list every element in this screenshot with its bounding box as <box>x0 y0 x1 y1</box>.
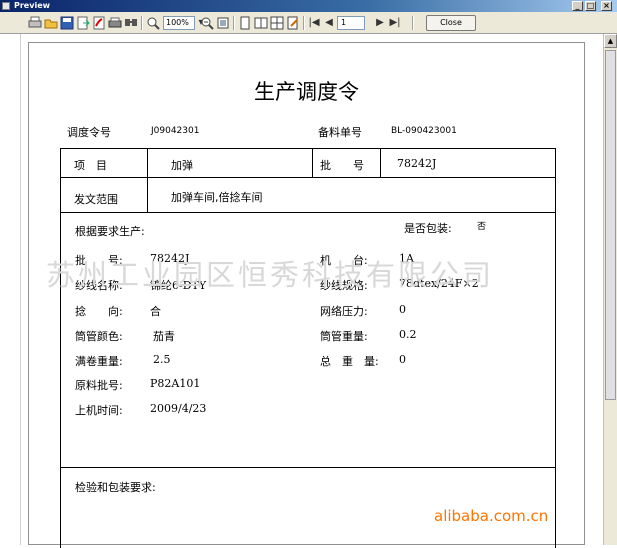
item-value: 加弹 <box>171 159 193 172</box>
field-label: 原料批号: <box>75 379 123 392</box>
zoom-out-icon[interactable] <box>200 16 214 30</box>
material-number-value: BL-090423001 <box>391 126 457 136</box>
window-titlebar: Preview _ □ × <box>0 0 617 12</box>
field-value: P82A101 <box>150 377 201 390</box>
field-value: 0.2 <box>399 328 417 341</box>
left-margin-panel <box>0 34 21 545</box>
edit-page-icon[interactable] <box>286 16 300 30</box>
export-icon[interactable] <box>76 16 90 30</box>
production-intro: 根据要求生产: <box>75 225 145 238</box>
preview-toolbar: 100% ▾ |◀ ◀ 1 ▶ ▶| Close <box>0 12 617 34</box>
site-watermark: alibaba.com.cn <box>434 507 549 525</box>
field-label: 上机时间: <box>75 404 123 417</box>
multi-page-icon[interactable] <box>270 16 284 30</box>
zoom-icon[interactable] <box>146 16 160 30</box>
window-title: Preview <box>14 1 51 10</box>
minimize-button[interactable]: _ <box>572 1 583 11</box>
field-value: 0 <box>399 353 406 366</box>
next-page-icon[interactable]: ▶ <box>373 16 387 30</box>
field-value: 合 <box>150 305 161 318</box>
previous-page-icon[interactable]: ◀ <box>322 16 336 30</box>
scope-label: 发文范围 <box>74 193 118 206</box>
field-label: 网络压力: <box>320 305 368 318</box>
packaging-value: 否 <box>477 222 487 232</box>
order-number-value: J09042301 <box>151 126 200 136</box>
page-number-input[interactable]: 1 <box>337 16 365 30</box>
scroll-up-icon[interactable]: ▲ <box>604 34 617 48</box>
last-page-icon[interactable]: ▶| <box>388 16 402 30</box>
field-value: 2.5 <box>153 353 171 366</box>
inspection-label: 检验和包装要求: <box>75 481 156 494</box>
close-window-button[interactable]: × <box>601 1 612 11</box>
first-page-icon[interactable]: |◀ <box>307 16 321 30</box>
field-value: 茄青 <box>153 330 175 343</box>
field-label: 捻 向: <box>75 305 123 318</box>
field-label: 筒管重量: <box>320 330 368 343</box>
two-pages-icon[interactable] <box>254 16 268 30</box>
packaging-label: 是否包装: <box>404 222 452 235</box>
scope-value: 加弹车间,倍捻车间 <box>171 191 263 204</box>
material-number-label: 备料单号 <box>318 126 362 139</box>
field-label: 总 重 量: <box>320 355 379 368</box>
close-preview-button[interactable]: Close <box>426 15 476 31</box>
maximize-button[interactable]: □ <box>585 1 596 11</box>
fit-page-icon[interactable] <box>216 16 230 30</box>
company-watermark: 苏州工业园区恒秀科技有限公司 <box>46 258 495 292</box>
field-value: 2009/4/23 <box>150 402 207 415</box>
pdf-icon[interactable] <box>92 16 106 30</box>
open-folder-icon[interactable] <box>44 16 58 30</box>
batch-label: 批 号 <box>320 159 364 172</box>
field-label: 筒管颜色: <box>75 330 123 343</box>
field-label: 满卷重量: <box>75 355 123 368</box>
save-icon[interactable] <box>60 16 74 30</box>
single-page-icon[interactable] <box>238 16 252 30</box>
document-title: 生产调度令 <box>254 80 359 104</box>
print-icon[interactable] <box>28 16 42 30</box>
printer-setup-icon[interactable] <box>108 16 122 30</box>
vertical-scrollbar[interactable]: ▲ <box>603 34 617 545</box>
batch-value: 78242J <box>397 157 437 170</box>
app-icon <box>2 2 10 10</box>
scrollbar-thumb[interactable] <box>605 50 616 400</box>
order-form-table: 项 目 加弹 批 号 78242J 发文范围 加弹车间,倍捻车间 根据要求生产:… <box>60 148 556 548</box>
find-icon[interactable] <box>124 16 138 30</box>
field-value: 0 <box>399 303 406 316</box>
zoom-select[interactable]: 100% <box>163 16 195 30</box>
item-label: 项 目 <box>74 159 107 172</box>
order-number-label: 调度令号 <box>67 126 111 139</box>
